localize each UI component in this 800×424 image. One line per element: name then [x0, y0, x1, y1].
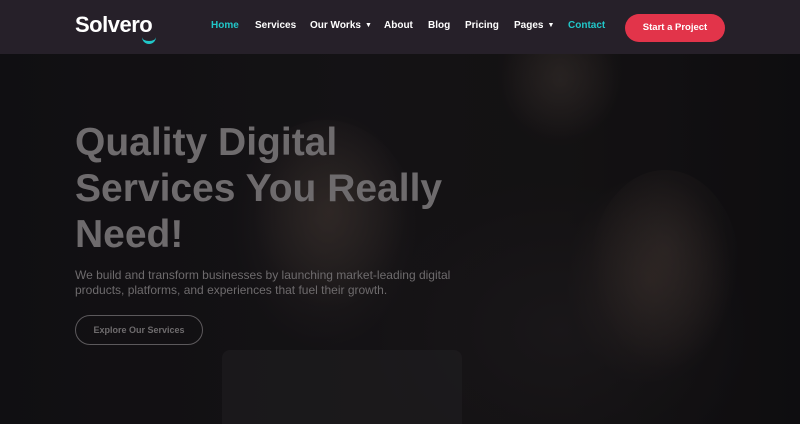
- hero-subtext: We build and transform businesses by lau…: [75, 268, 451, 297]
- nav-about[interactable]: About: [384, 20, 413, 31]
- nav-services[interactable]: Services: [255, 20, 296, 31]
- hero-headline: Quality Digital Services You Really Need…: [75, 121, 443, 256]
- explore-services-button[interactable]: Explore Our Services: [75, 315, 203, 345]
- nav-home[interactable]: Home: [211, 20, 239, 31]
- nav-pages[interactable]: Pages ▼: [514, 20, 554, 31]
- nav-our-works[interactable]: Our Works ▼: [310, 20, 372, 31]
- navbar: Solvero Home Services Our Works ▼ About B…: [0, 0, 800, 54]
- chevron-down-icon: ▼: [547, 22, 555, 29]
- logo[interactable]: Solvero: [75, 12, 153, 38]
- chevron-down-icon: ▼: [364, 22, 372, 29]
- start-project-button[interactable]: Start a Project: [625, 14, 725, 42]
- nav-pricing[interactable]: Pricing: [465, 20, 499, 31]
- logo-accent-icon: [142, 36, 156, 44]
- logo-text: Solvero: [75, 12, 153, 37]
- nav-blog[interactable]: Blog: [428, 20, 450, 31]
- nav-contact[interactable]: Contact: [568, 20, 605, 31]
